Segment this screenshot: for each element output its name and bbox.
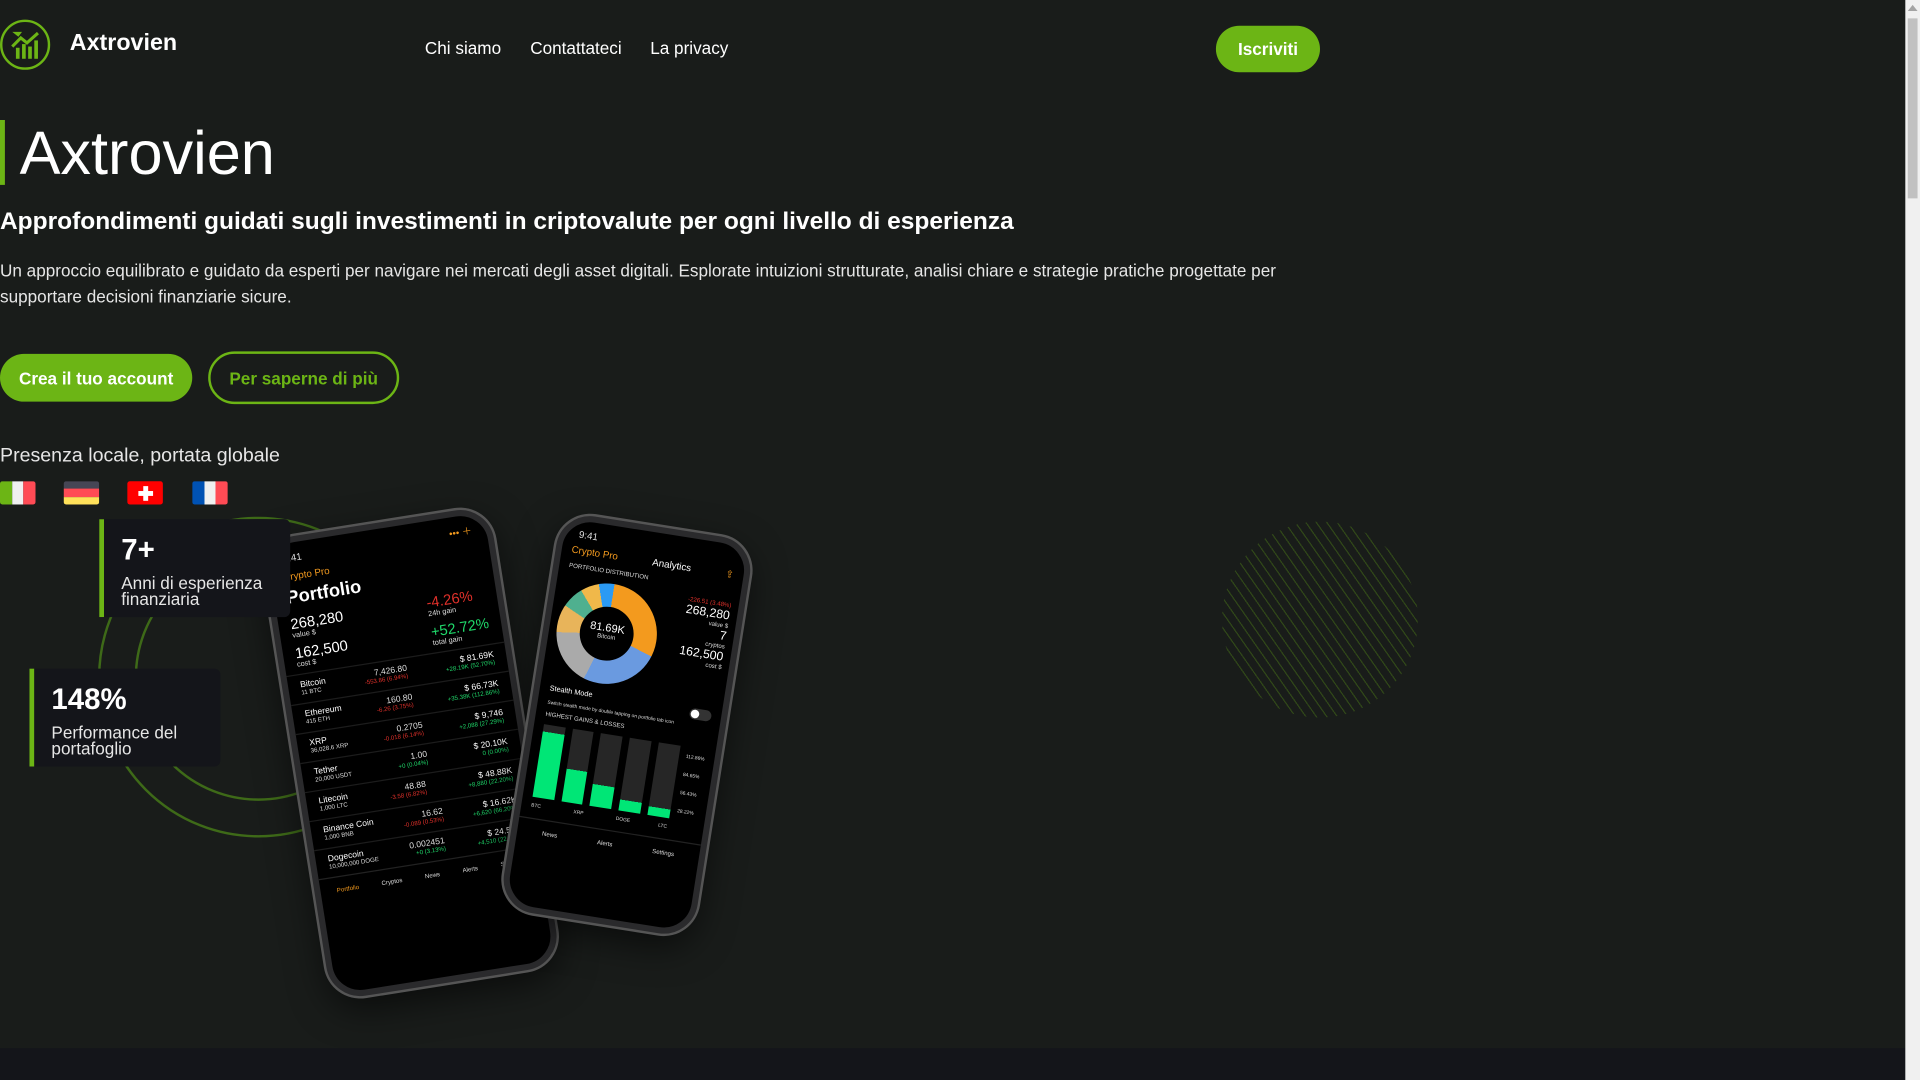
gain-axis-label: 28.22% [676,807,695,816]
decorative-line-circle [1222,521,1418,718]
tab-bar-item: Settings [651,847,675,859]
scrollbar-thumb[interactable] [1907,18,1918,199]
brand-name[interactable]: Axtrovien [70,31,177,58]
gain-axis-label: 84.65% [682,771,700,780]
nav-la-privacy[interactable]: La privacy [650,38,728,58]
nav-contattateci[interactable]: Contattateci [530,38,621,58]
flag-germany-icon [63,481,100,505]
tab-bar-item: Alerts [596,839,613,849]
bar-label: XRP [573,808,585,816]
gain-bar [618,737,652,814]
next-section [0,1048,1906,1080]
bar-label: LTC [657,821,668,830]
distribution-donut: 81.69K Bitcoin [549,576,665,692]
gain-bar [561,728,595,805]
stat-card-performance: 148% Performance del portafoglio [29,668,221,767]
scroll-up-icon[interactable] [1907,4,1918,12]
tab-bar-item: Cryptos [381,877,404,888]
stat-card-experience: 7+ Anni di esperienza finanziaria [99,519,291,618]
gain-bar [589,733,623,810]
flag-italy-icon [0,481,36,505]
page: Axtrovien Chi siamo Contattateci La priv… [0,0,1920,1080]
tab-bar-item: News [424,871,441,881]
nav-chi-siamo[interactable]: Chi siamo [425,38,501,58]
tab-bar-item: News [541,830,558,841]
bar-label: DOGE [615,814,631,824]
tab-bar-item: Alerts [462,865,479,875]
presence-heading: Presenza locale, portata globale [0,445,280,467]
stat-value: 148% [51,683,127,717]
signup-button[interactable]: Iscriviti [1215,25,1321,73]
stat-value: 7+ [121,533,155,567]
flag-switzerland-icon [127,481,163,505]
hero-description: Un approccio equilibrato e guidato da es… [0,260,1276,307]
bar-label: BTC [530,801,542,810]
logo-icon[interactable] [0,19,51,70]
gain-bar [647,742,681,819]
gain-axis-label: 56.43% [679,789,698,798]
phone-portfolio-mockup: 9:41 ••• ＋ Crypto Pro Portfolio 268,280 va… [258,505,562,1002]
learn-more-button[interactable]: Per saperne di più [208,351,400,405]
stat-label: Anni di esperienza finanziaria [121,573,263,609]
title-accent-bar [0,120,5,185]
tab-bar-item: Portfolio [336,883,360,895]
scrollbar[interactable] [1905,0,1920,1080]
phone-analytics-mockup: 9:41 Crypto Pro Analytics ⇪ PORTFOLIO DIST… [498,511,756,939]
stat-label: Performance del portafoglio [51,722,178,758]
flag-france-icon [192,481,228,505]
gain-bar [532,724,566,801]
page-title: Axtrovien [19,118,275,188]
gain-axis-label: 112.86% [685,752,706,762]
hero-subtitle: Approfondimenti guidati sugli investimen… [0,208,1014,236]
create-account-button[interactable]: Crea il tuo account [0,353,193,402]
